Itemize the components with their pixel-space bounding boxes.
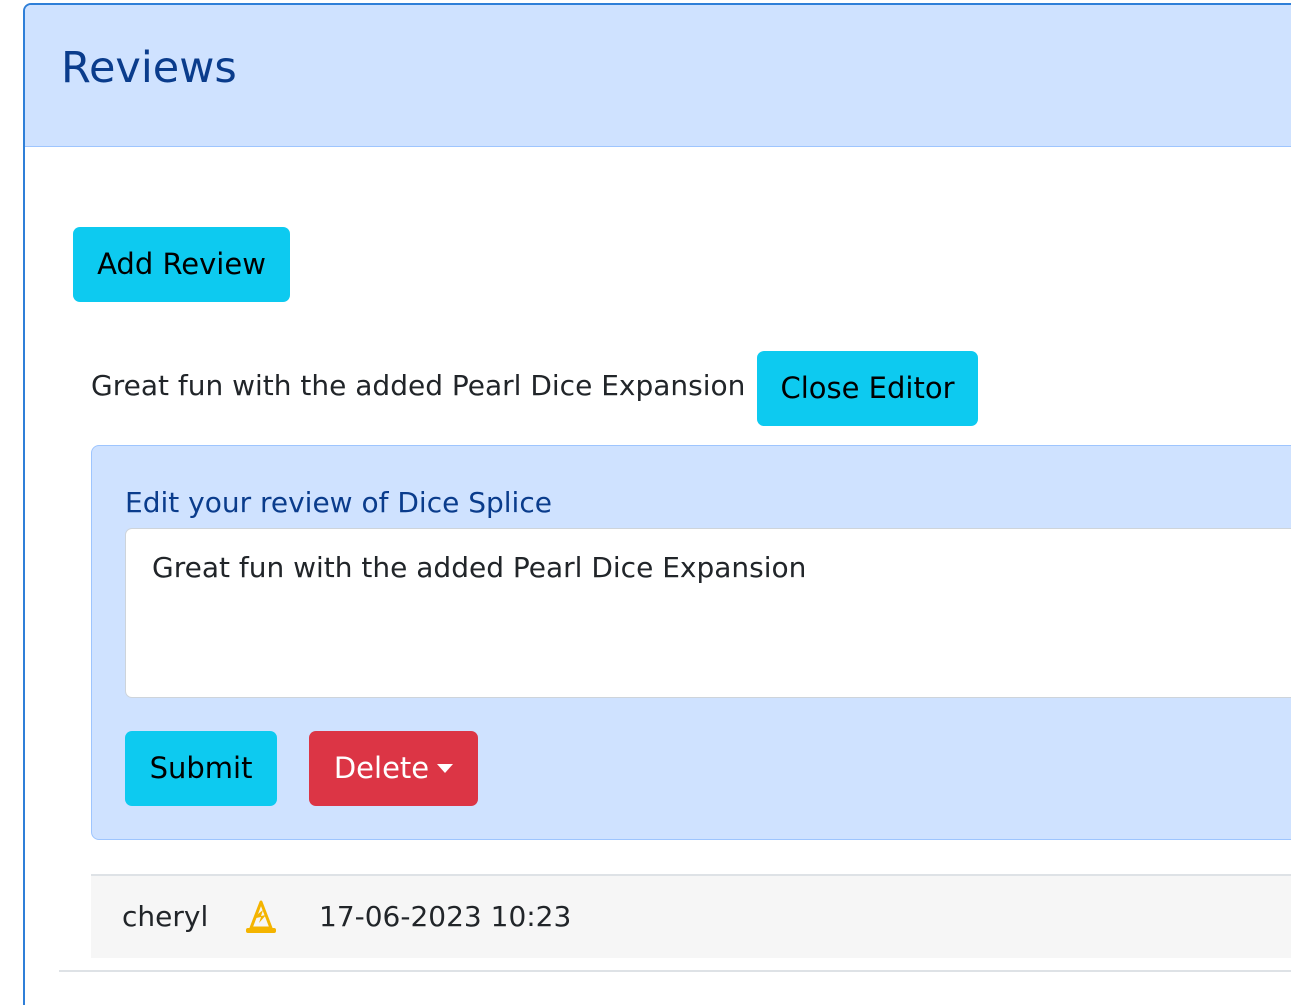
page-title: Reviews xyxy=(61,43,237,93)
add-review-button[interactable]: Add Review xyxy=(73,227,290,302)
review-meta-row: cheryl 17-06-2023 10:23 xyxy=(91,874,1291,958)
review-text: Great fun with the added Pearl Dice Expa… xyxy=(91,369,746,402)
divider xyxy=(59,970,1291,972)
close-editor-button[interactable]: Close Editor xyxy=(757,351,978,426)
delete-dropdown-button[interactable]: Delete xyxy=(309,731,478,806)
review-editor: Edit your review of Dice Splice Great fu… xyxy=(91,445,1291,840)
reviews-card: Reviews Add Review Great fun with the ad… xyxy=(23,3,1291,1005)
editor-label: Edit your review of Dice Splice xyxy=(125,486,552,519)
review-username: cheryl xyxy=(122,900,209,933)
caret-down-icon xyxy=(437,764,454,773)
submit-button[interactable]: Submit xyxy=(125,731,277,806)
card-header: Reviews xyxy=(25,5,1291,147)
review-textarea-value[interactable]: Great fun with the added Pearl Dice Expa… xyxy=(152,551,806,585)
review-timestamp: 17-06-2023 10:23 xyxy=(319,900,572,933)
review-textarea[interactable]: Great fun with the added Pearl Dice Expa… xyxy=(125,528,1291,698)
delete-label: Delete xyxy=(333,751,430,785)
wizard-hat-icon xyxy=(246,900,276,933)
